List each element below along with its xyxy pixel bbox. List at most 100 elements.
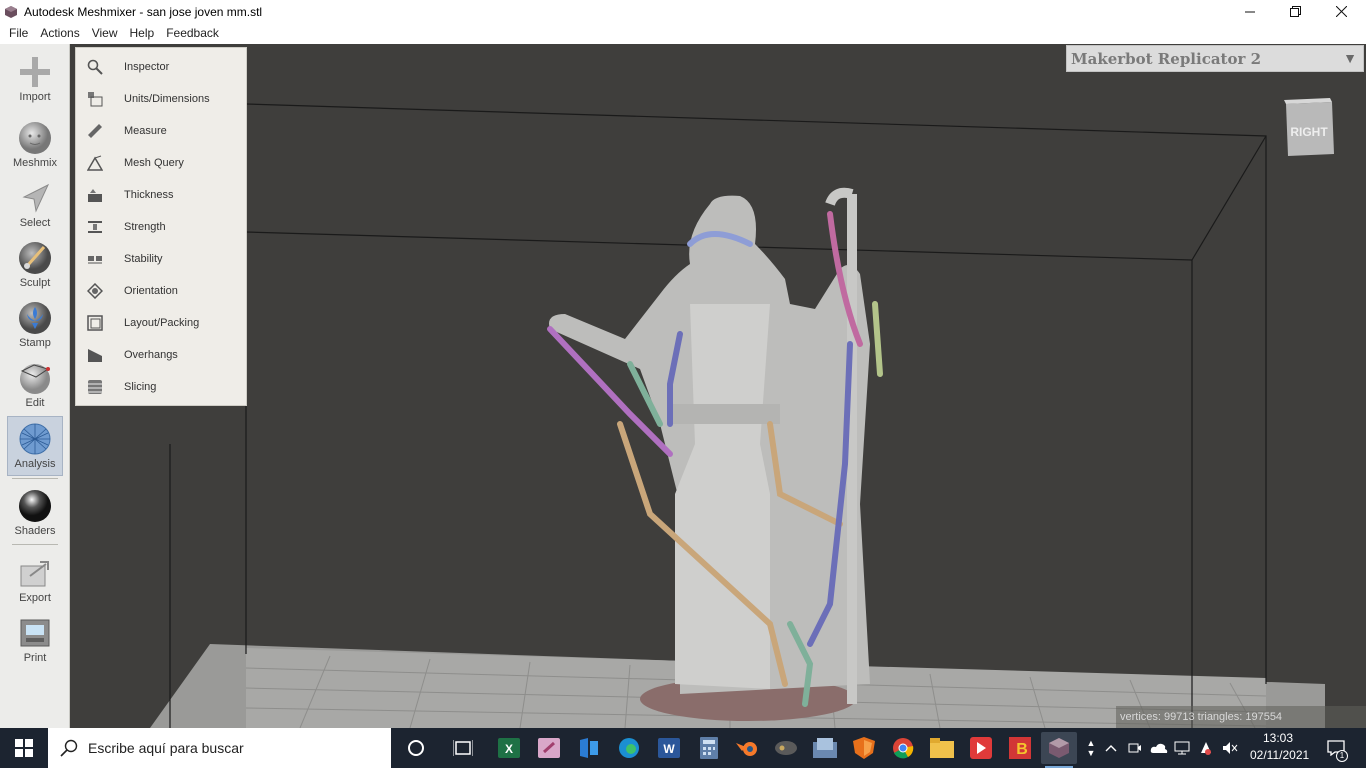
thickness-icon xyxy=(86,186,104,204)
3d-viewport[interactable] xyxy=(70,44,1366,728)
toolbar-divider xyxy=(12,478,58,479)
svg-text:W: W xyxy=(663,742,675,756)
menu-item-measure[interactable]: Measure xyxy=(76,115,246,147)
tool-meshmix-label: Meshmix xyxy=(12,157,57,169)
restore-button[interactable] xyxy=(1272,0,1318,23)
tool-print-label: Print xyxy=(23,652,47,664)
menu-help[interactable]: Help xyxy=(125,23,160,44)
menu-item-orientation[interactable]: Orientation xyxy=(76,275,246,307)
menu-item-slicing-label: Slicing xyxy=(124,381,157,393)
left-toolbar: Import Meshmix Select Sculpt Stamp Edit xyxy=(0,44,70,728)
meshmixer-icon[interactable] xyxy=(1041,732,1077,768)
menu-item-units-dimensions-label: Units/Dimensions xyxy=(124,93,210,105)
notification-center[interactable]: 1 xyxy=(1320,728,1352,768)
window-title: Autodesk Meshmixer - san jose joven mm.s… xyxy=(24,4,263,19)
orientation-icon xyxy=(86,282,104,300)
start-button[interactable] xyxy=(0,728,48,768)
menu-item-thickness-label: Thickness xyxy=(124,189,174,201)
menu-item-layout-packing-label: Layout/Packing xyxy=(124,317,200,329)
tool-select-label: Select xyxy=(19,217,51,229)
menu-view[interactable]: View xyxy=(87,23,123,44)
b-app-icon[interactable]: B xyxy=(1002,732,1038,764)
menu-item-units-dimensions[interactable]: Units/Dimensions xyxy=(76,83,246,115)
close-button[interactable] xyxy=(1318,0,1364,23)
export-icon xyxy=(17,555,53,591)
menu-actions[interactable]: Actions xyxy=(35,23,84,44)
search-icon xyxy=(60,739,78,757)
tool-shaders-label: Shaders xyxy=(14,525,56,537)
statue-model[interactable] xyxy=(547,187,883,721)
network-icon[interactable] xyxy=(1172,728,1192,768)
minimize-button[interactable] xyxy=(1227,0,1273,23)
show-hidden-icons-icon[interactable] xyxy=(1102,728,1120,768)
taskbar: Escribe aquí para buscar X W B ▲ ▼ 13:03 … xyxy=(0,728,1366,768)
tool-print[interactable]: Print xyxy=(7,611,63,671)
tool-edit-label: Edit xyxy=(25,397,45,409)
menu-item-stability-label: Stability xyxy=(124,253,163,265)
meet-now-icon[interactable] xyxy=(1126,728,1144,768)
task-view-icon[interactable] xyxy=(445,732,481,764)
taskbar-clock[interactable]: 13:03 02/11/2021 xyxy=(1250,730,1309,766)
print-bed-scene[interactable] xyxy=(70,44,1366,728)
menu-file[interactable]: File xyxy=(4,23,33,44)
menu-item-slicing[interactable]: Slicing xyxy=(76,371,246,403)
view-cube[interactable]: RIGHT xyxy=(1282,98,1336,156)
volume-muted-icon[interactable] xyxy=(1220,728,1240,768)
search-input[interactable]: Escribe aquí para buscar xyxy=(88,740,244,756)
blender-icon[interactable] xyxy=(730,732,766,764)
tray-scroll-icon[interactable]: ▲ ▼ xyxy=(1084,728,1098,768)
minimize-icon xyxy=(1245,11,1255,12)
mesh-stats: vertices: 99713 triangles: 197554 xyxy=(1116,706,1366,728)
calculator-icon[interactable] xyxy=(691,732,727,764)
mesh-stats-text: vertices: 99713 triangles: 197554 xyxy=(1120,711,1283,723)
menu-item-stability[interactable]: Stability xyxy=(76,243,246,275)
excel-icon[interactable]: X xyxy=(491,732,527,764)
menu-item-overhangs[interactable]: Overhangs xyxy=(76,339,246,371)
network-folder-icon[interactable] xyxy=(807,732,843,764)
onedrive-icon[interactable] xyxy=(1149,728,1169,768)
units-icon xyxy=(86,90,104,108)
red-app-icon[interactable] xyxy=(963,732,999,764)
svg-text:X: X xyxy=(505,742,513,756)
tool-sculpt[interactable]: Sculpt xyxy=(7,236,63,296)
taskbar-search[interactable]: Escribe aquí para buscar xyxy=(48,728,391,768)
printer-select[interactable]: Makerbot Replicator 2 ▼ xyxy=(1066,45,1364,72)
notification-count: 1 xyxy=(1336,750,1348,762)
layout-packing-icon xyxy=(86,314,104,332)
menu-item-mesh-query[interactable]: Mesh Query xyxy=(76,147,246,179)
restore-icon xyxy=(1289,6,1301,17)
files-icon[interactable] xyxy=(571,732,607,764)
tool-shaders[interactable]: Shaders xyxy=(7,484,63,544)
tool-export[interactable]: Export xyxy=(7,551,63,611)
menu-item-inspector[interactable]: Inspector xyxy=(76,51,246,83)
chrome-icon[interactable] xyxy=(885,732,921,764)
shader-sphere-icon xyxy=(17,488,53,524)
menu-item-inspector-label: Inspector xyxy=(124,61,170,73)
menu-item-layout-packing[interactable]: Layout/Packing xyxy=(76,307,246,339)
clock-time: 13:03 xyxy=(1262,731,1294,745)
tool-import-label: Import xyxy=(19,91,51,103)
magnifier-icon xyxy=(86,58,104,76)
tool-meshmix[interactable]: Meshmix xyxy=(7,116,63,176)
menu-item-thickness[interactable]: Thickness xyxy=(76,179,246,211)
tool-stamp[interactable]: Stamp xyxy=(7,296,63,356)
game-icon[interactable] xyxy=(768,732,804,764)
menu-item-strength[interactable]: Strength xyxy=(76,211,246,243)
tool-export-label: Export xyxy=(19,592,51,604)
windows-logo-icon xyxy=(15,739,33,757)
powerpoint-icon[interactable] xyxy=(531,732,567,764)
tool-select[interactable]: Select xyxy=(7,176,63,236)
tool-analysis[interactable]: Analysis xyxy=(7,416,63,476)
tool-edit[interactable]: Edit xyxy=(7,356,63,416)
word-icon[interactable]: W xyxy=(651,732,687,764)
menu-feedback[interactable]: Feedback xyxy=(161,23,224,44)
tool-import[interactable]: Import xyxy=(7,50,63,110)
printer-icon xyxy=(17,615,53,651)
edge-icon[interactable] xyxy=(611,732,647,764)
brush-icon xyxy=(17,240,53,276)
file-explorer-icon[interactable] xyxy=(924,732,960,764)
shield-app-icon[interactable] xyxy=(846,732,882,764)
app-tray-icon[interactable] xyxy=(1196,728,1216,768)
menu-item-mesh-query-label: Mesh Query xyxy=(124,157,184,169)
cortana-icon[interactable] xyxy=(398,732,434,764)
